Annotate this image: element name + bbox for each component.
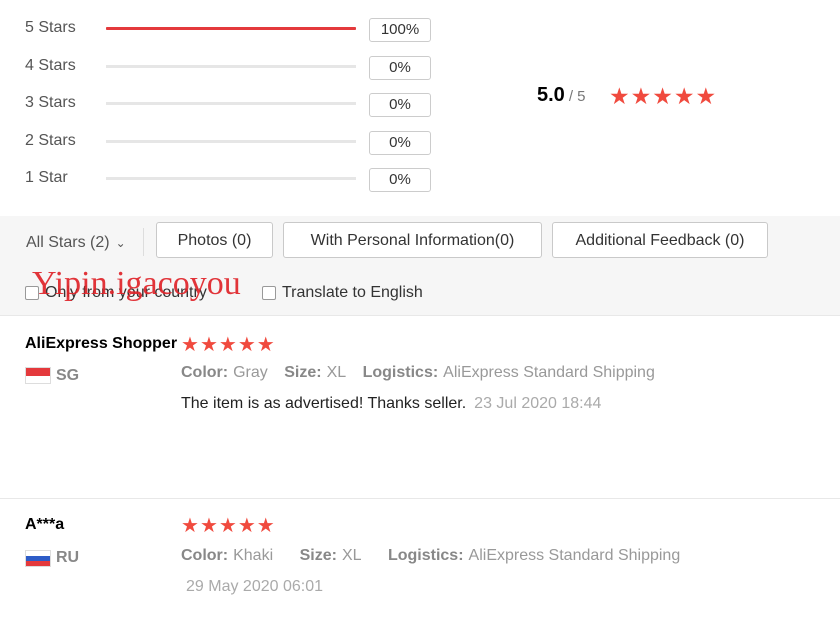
star-icon: ★ [673, 83, 696, 109]
checkbox-icon[interactable] [262, 285, 276, 300]
star-icon: ★ [199, 515, 219, 537]
star-icon: ★ [652, 83, 674, 109]
logistics-key: Logistics: [387, 547, 464, 564]
dist-percent: 0% [369, 131, 431, 155]
color-key: Color: [181, 364, 229, 381]
dist-label: 1 Star [25, 169, 68, 186]
color-key: Color: [181, 547, 229, 564]
reviewer-name: A***a [25, 516, 65, 533]
review-attributes: Color: Khaki Size: XL Logistics: AliExpress… [181, 546, 692, 566]
all-stars-label: All Stars (2) [26, 234, 110, 251]
dist-percent: 100% [369, 18, 431, 42]
dist-row-5: 5 Stars 100% [0, 18, 440, 48]
dist-bar [106, 27, 356, 30]
review-attributes: Color: Gray Size: XL Logistics: AliExpress … [181, 363, 667, 383]
review-stars: ★★★★★ [181, 334, 276, 356]
dist-bar [106, 65, 356, 68]
personal-info-filter-button[interactable]: With Personal Information(0) [283, 222, 542, 258]
star-icon: ★ [609, 83, 631, 109]
review-date: 23 Jul 2020 18:44 [474, 395, 602, 412]
photos-filter-button[interactable]: Photos (0) [156, 222, 273, 258]
logistics-value: AliExpress Standard Shipping [443, 364, 655, 381]
all-stars-dropdown[interactable]: All Stars (2) ⌄ [26, 233, 126, 253]
overall-out-of: / 5 [568, 88, 586, 105]
dist-row-1: 1 Star 0% [0, 168, 440, 198]
dist-row-2: 2 Stars 0% [0, 131, 440, 161]
star-icon: ★ [218, 334, 238, 356]
review-filter-bar: All Stars (2) ⌄ Photos (0) With Personal … [0, 216, 840, 316]
dist-bar [106, 102, 356, 105]
overall-rating: 5.0/ 5 [537, 84, 586, 112]
size-value: XL [326, 364, 347, 381]
review-content: The item is as advertised! Thanks seller… [181, 394, 601, 414]
star-icon: ★ [199, 334, 219, 356]
star-icon: ★ [181, 515, 200, 537]
star-icon: ★ [237, 334, 257, 356]
watermark: Yipin.igacoyou [32, 265, 241, 302]
review-stars: ★★★★★ [181, 515, 276, 537]
translate-label: Translate to English [282, 284, 423, 301]
color-value: Gray [233, 364, 268, 381]
dist-label: 4 Stars [25, 57, 76, 74]
logistics-value: AliExpress Standard Shipping [468, 547, 681, 564]
star-icon: ★ [181, 334, 200, 356]
dist-bar [106, 177, 356, 180]
star-icon: ★ [695, 83, 718, 109]
review-text: The item is as advertised! Thanks seller… [181, 395, 467, 412]
size-value: XL [341, 547, 362, 564]
reviewer-country: SG [56, 367, 80, 384]
reviewer-name: AliExpress Shopper [25, 335, 178, 352]
dist-row-4: 4 Stars 0% [0, 56, 440, 86]
star-icon: ★ [218, 515, 238, 537]
dist-percent: 0% [369, 168, 431, 192]
dist-label: 5 Stars [25, 19, 76, 36]
overall-stars: ★★★★★ [609, 84, 717, 108]
flag-sg-icon [25, 367, 51, 384]
star-icon: ★ [630, 83, 653, 109]
rating-distribution: 5 Stars 100% 4 Stars 0% 3 Stars 0% 2 Sta… [0, 0, 840, 216]
dist-label: 2 Stars [25, 132, 76, 149]
translate-checkbox[interactable]: Translate to English [262, 283, 423, 303]
additional-feedback-filter-button[interactable]: Additional Feedback (0) [552, 222, 768, 258]
review-content: 29 May 2020 06:01 [186, 577, 323, 597]
star-icon: ★ [256, 334, 276, 356]
star-icon: ★ [237, 515, 257, 537]
dist-bar [106, 140, 356, 143]
reviewer-country: RU [56, 549, 80, 566]
chevron-down-icon: ⌄ [115, 236, 126, 250]
star-icon: ★ [256, 515, 276, 537]
size-key: Size: [284, 364, 322, 381]
dist-percent: 0% [369, 93, 431, 117]
overall-score: 5.0 [537, 84, 565, 106]
dist-bar-fill [106, 27, 356, 30]
logistics-key: Logistics: [362, 364, 439, 381]
review-item: A***a ★★★★★ RU Color: Khaki Size: XL Logis… [0, 499, 840, 619]
flag-ru-icon [25, 550, 51, 567]
dist-percent: 0% [369, 56, 431, 80]
dist-label: 3 Stars [25, 94, 76, 111]
dist-row-3: 3 Stars 0% [0, 93, 440, 123]
review-item: AliExpress Shopper ★★★★★ SG Color: Gray S… [0, 316, 840, 498]
divider [143, 228, 144, 256]
review-date: 29 May 2020 06:01 [186, 578, 323, 595]
size-key: Size: [299, 547, 337, 564]
color-value: Khaki [233, 547, 274, 564]
